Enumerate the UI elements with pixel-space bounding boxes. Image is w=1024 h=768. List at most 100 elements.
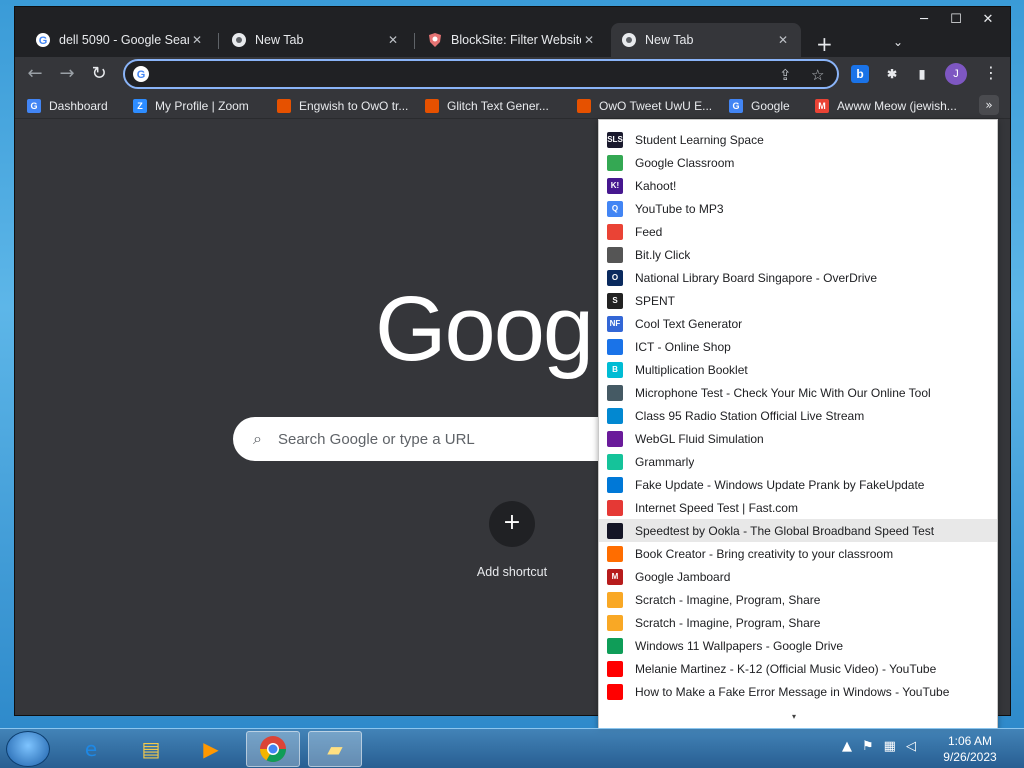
- bookmark-item[interactable]: Engwish to OwO tr...: [277, 97, 408, 115]
- bookmark-menu-item[interactable]: SLS Student Learning Space: [599, 128, 997, 151]
- bookmark-menu-item[interactable]: Feed: [599, 220, 997, 243]
- bookmark-menu-item[interactable]: Speedtest by Ookla - The Global Broadban…: [599, 519, 997, 542]
- tab-search-button[interactable]: ⌄: [893, 35, 903, 49]
- tab-close-icon[interactable]: ✕: [385, 33, 401, 47]
- bookmark-menu-label: Google Jamboard: [635, 569, 731, 584]
- bookmark-menu-item[interactable]: Fake Update - Windows Update Prank by Fa…: [599, 473, 997, 496]
- tray-expand-icon[interactable]: ▲: [842, 739, 852, 754]
- back-button[interactable]: ←: [23, 63, 47, 87]
- add-shortcut-button[interactable]: +: [489, 501, 535, 547]
- bookmarks-overflow-menu: ▾ SLS Student Learning Space Google Classr…: [598, 119, 998, 729]
- bookmark-menu-item[interactable]: Microphone Test - Check Your Mic With Ou…: [599, 381, 997, 404]
- volume-muted-icon[interactable]: ◁: [906, 739, 916, 754]
- chrome-icon: [232, 33, 246, 47]
- page-icon: [425, 99, 439, 113]
- bookmark-menu-item[interactable]: ICT - Online Shop: [599, 335, 997, 358]
- bookmark-label: Engwish to OwO tr...: [299, 99, 409, 113]
- bookmark-star-icon[interactable]: ☆: [811, 66, 824, 84]
- tab-google-search[interactable]: G dell 5090 - Google Search ✕: [25, 23, 215, 57]
- omnibox[interactable]: G ⇪ ☆: [123, 59, 839, 89]
- bookmark-menu-label: Google Classroom: [635, 155, 735, 170]
- site-favicon-icon: Q: [607, 200, 623, 217]
- tab-strip: G dell 5090 - Google Search ✕ New Tab ✕ …: [21, 19, 1001, 57]
- bookmark-menu-label: SPENT: [635, 293, 676, 308]
- share-icon[interactable]: ⇪: [779, 66, 792, 84]
- network-icon[interactable]: ▦: [884, 739, 896, 754]
- bookmark-menu-item[interactable]: WebGL Fluid Simulation: [599, 427, 997, 450]
- tab-close-icon[interactable]: ✕: [581, 33, 597, 47]
- forward-button[interactable]: →: [55, 63, 79, 87]
- bookmark-menu-item[interactable]: K! Kahoot!: [599, 174, 997, 197]
- bookmark-menu-label: Kahoot!: [635, 178, 677, 193]
- browser-window: ─ ☐ ✕ G dell 5090 - Google Search ✕ New …: [14, 6, 1011, 729]
- bookmark-menu-item[interactable]: Class 95 Radio Station Official Live Str…: [599, 404, 997, 427]
- bookmark-menu-item[interactable]: O National Library Board Singapore - Over…: [599, 266, 997, 289]
- bookmark-menu-item[interactable]: Google Classroom: [599, 151, 997, 174]
- internet-explorer-icon[interactable]: e: [64, 731, 118, 767]
- add-shortcut-label: Add shortcut: [476, 565, 548, 579]
- tab-blocksite[interactable]: BlockSite: Filter Websites ✕: [417, 23, 607, 57]
- bookmark-menu-item[interactable]: Grammarly: [599, 450, 997, 473]
- tab-title: New Tab: [255, 33, 304, 47]
- bookmark-label: Awww Meow (jewish...: [837, 99, 957, 113]
- bookmark-item[interactable]: Glitch Text Gener...: [425, 97, 549, 115]
- sticky-notes-icon[interactable]: ▰: [308, 731, 362, 767]
- media-player-icon[interactable]: ▶: [184, 731, 238, 767]
- bookmark-item[interactable]: G Google: [729, 97, 790, 115]
- bookmark-menu-item[interactable]: Internet Speed Test | Fast.com: [599, 496, 997, 519]
- gmail-icon: M: [815, 99, 829, 113]
- bookmark-menu-label: ICT - Online Shop: [635, 339, 731, 354]
- bookmark-menu-item[interactable]: How to Make a Fake Error Message in Wind…: [599, 680, 997, 703]
- site-favicon-icon: [607, 430, 623, 447]
- new-tab-button[interactable]: +: [816, 32, 833, 56]
- bookmark-menu-item[interactable]: Scratch - Imagine, Program, Share: [599, 611, 997, 634]
- chrome-menu-button[interactable]: ⋮: [983, 63, 999, 82]
- tab-close-icon[interactable]: ✕: [189, 33, 205, 47]
- tab-title: dell 5090 - Google Search: [59, 33, 189, 47]
- site-favicon-icon: [607, 384, 623, 401]
- bookmark-menu-label: Fake Update - Windows Update Prank by Fa…: [635, 477, 925, 492]
- profile-avatar[interactable]: J: [945, 63, 967, 85]
- clock[interactable]: 1:06 AM 9/26/2023: [930, 733, 1010, 765]
- menu-scroll-down-icon[interactable]: ▾: [792, 712, 796, 721]
- bookmark-menu-item[interactable]: Windows 11 Wallpapers - Google Drive: [599, 634, 997, 657]
- site-favicon-icon: [607, 246, 623, 263]
- clock-date: 9/26/2023: [943, 750, 997, 764]
- svg-text:G: G: [39, 35, 48, 47]
- bookmark-menu-label: Microphone Test - Check Your Mic With Ou…: [635, 385, 931, 400]
- site-favicon-icon: [607, 453, 623, 470]
- extension-b-icon[interactable]: b: [851, 65, 869, 83]
- tab-new-tab[interactable]: New Tab ✕: [221, 23, 411, 57]
- reload-button[interactable]: ↻: [87, 63, 111, 87]
- site-favicon-icon: M: [607, 568, 623, 585]
- file-explorer-icon[interactable]: ▤: [124, 731, 178, 767]
- bookmark-menu-item[interactable]: NF Cool Text Generator: [599, 312, 997, 335]
- bookmarks-overflow-button[interactable]: »: [979, 95, 999, 115]
- tab-new-tab-active[interactable]: New Tab ✕: [611, 23, 801, 57]
- google-icon: G: [27, 99, 41, 113]
- bookmark-menu-item[interactable]: Book Creator - Bring creativity to your …: [599, 542, 997, 565]
- bookmark-menu-item[interactable]: M Google Jamboard: [599, 565, 997, 588]
- site-favicon-icon: [607, 614, 623, 631]
- bookmark-menu-label: Feed: [635, 224, 663, 239]
- bookmark-item[interactable]: Z My Profile | Zoom: [133, 97, 249, 115]
- bookmark-menu-item[interactable]: Q YouTube to MP3: [599, 197, 997, 220]
- bookmark-menu-item[interactable]: B Multiplication Booklet: [599, 358, 997, 381]
- tab-close-icon[interactable]: ✕: [775, 33, 791, 47]
- bookmark-item[interactable]: G Dashboard: [27, 97, 108, 115]
- bookmark-item[interactable]: OwO Tweet UwU E...: [577, 97, 712, 115]
- bookmark-item[interactable]: M Awww Meow (jewish...: [815, 97, 957, 115]
- chrome-taskbar-icon[interactable]: [246, 731, 300, 767]
- start-button[interactable]: [6, 731, 50, 767]
- bookmark-menu-item[interactable]: S SPENT: [599, 289, 997, 312]
- bookmark-menu-label: Grammarly: [635, 454, 695, 469]
- toolbar: ← → ↻ G ⇪ ☆ b ✱ ▮ J ⋮: [15, 57, 1010, 91]
- side-panel-icon[interactable]: ▮: [913, 65, 931, 83]
- extensions-puzzle-icon[interactable]: ✱: [883, 65, 901, 83]
- bookmark-menu-item[interactable]: Scratch - Imagine, Program, Share: [599, 588, 997, 611]
- bookmark-menu-item[interactable]: Melanie Martinez - K-12 (Official Music …: [599, 657, 997, 680]
- bookmark-menu-item[interactable]: Bit.ly Click: [599, 243, 997, 266]
- site-favicon-icon: [607, 223, 623, 240]
- address-input[interactable]: [157, 64, 757, 84]
- action-center-flag-icon[interactable]: ⚑: [862, 739, 874, 754]
